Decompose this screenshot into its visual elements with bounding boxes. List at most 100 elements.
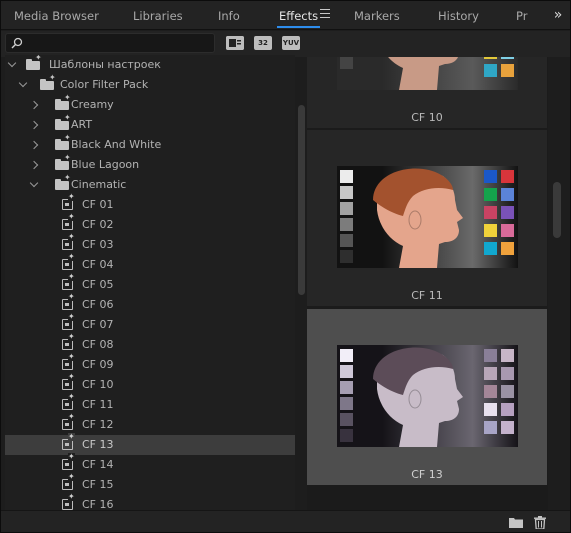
- tree-preset-row[interactable]: ✦ CF 10: [5, 373, 295, 395]
- tree-preset-row[interactable]: ✦ CF 12: [5, 413, 295, 435]
- tree-folder-row[interactable]: ✦ Шаблоны настроек: [5, 55, 295, 75]
- gray-swatch: [340, 72, 353, 85]
- tree-folder-row[interactable]: ✦ Blue Lagoon: [5, 154, 295, 175]
- tree-folder-row[interactable]: ✦ Black And White: [5, 134, 295, 155]
- tree-item-label: CF 13: [82, 438, 114, 451]
- tree-preset-row[interactable]: ✦ CF 09: [5, 353, 295, 375]
- preset-preview-card[interactable]: CF 11: [307, 130, 547, 306]
- tree-item-label: CF 16: [82, 498, 114, 510]
- double-chevron-right-icon[interactable]: »: [545, 0, 571, 29]
- preview-scrollbar-thumb[interactable]: [553, 182, 561, 238]
- color-swatch: [501, 206, 514, 219]
- preset-preview-card[interactable]: CF 10: [307, 57, 547, 128]
- gray-swatch: [340, 202, 353, 215]
- tree-scrollbar-thumb[interactable]: [298, 105, 305, 295]
- color-swatch: [484, 206, 497, 219]
- tree-preset-row[interactable]: ✦ CF 01: [5, 193, 295, 215]
- tree-item-label: CF 14: [82, 458, 114, 471]
- tree-item-label: CF 10: [82, 378, 114, 391]
- yuv-effects-icon[interactable]: YUV: [282, 36, 300, 50]
- preset-icon: ✦: [62, 473, 75, 490]
- tab-media-browser[interactable]: Media Browser: [14, 0, 99, 29]
- new-folder-icon[interactable]: [509, 516, 523, 528]
- preview-scrollbar[interactable]: [549, 57, 565, 510]
- trash-icon[interactable]: [534, 516, 546, 529]
- hamburger-menu-icon[interactable]: [320, 9, 330, 19]
- tree-preset-row[interactable]: ✦ CF 16: [5, 493, 295, 510]
- tree-item-label: CF 15: [82, 478, 114, 491]
- effects-tree: ✦ Шаблоны настроек ✦ Color Filter Pack ✦ Crea…: [5, 55, 295, 510]
- accelerated-effects-icon[interactable]: [226, 36, 244, 50]
- tree-preset-row[interactable]: ✦ CF 03: [5, 233, 295, 255]
- tab-info[interactable]: Info: [218, 0, 240, 29]
- preset-preview-card[interactable]: CF 13: [307, 309, 547, 485]
- 32-bit-color-icon[interactable]: 32: [254, 36, 272, 50]
- preset-icon: ✦: [62, 493, 75, 510]
- tree-folder-row[interactable]: ✦ Color Filter Pack: [5, 74, 295, 95]
- color-swatch: [501, 57, 514, 59]
- color-swatch: [484, 421, 497, 434]
- disclosure-open-icon[interactable]: [29, 178, 39, 188]
- preset-folder-icon: ✦: [55, 134, 71, 150]
- gray-swatch: [340, 57, 353, 69]
- gray-swatch: [340, 250, 353, 263]
- gray-swatch: [340, 186, 353, 199]
- tree-preset-row[interactable]: ✦ CF 07: [5, 313, 295, 335]
- disclosure-closed-icon[interactable]: [29, 120, 39, 130]
- gray-swatch: [340, 365, 353, 378]
- color-swatch: [484, 57, 497, 59]
- magnifier-icon: [11, 37, 23, 49]
- disclosure-closed-icon[interactable]: [29, 140, 39, 150]
- tree-item-label: CF 05: [82, 278, 114, 291]
- tree-folder-row[interactable]: ✦ ART: [5, 114, 295, 135]
- tree-item-label: Blue Lagoon: [71, 158, 140, 171]
- tab-libraries[interactable]: Libraries: [133, 0, 183, 29]
- tree-preset-row[interactable]: ✦ CF 05: [5, 273, 295, 295]
- gray-swatch: [340, 397, 353, 410]
- tree-item-label: Шаблоны настроек: [49, 58, 161, 71]
- gray-swatch: [340, 218, 353, 231]
- preset-icon: ✦: [62, 393, 75, 410]
- disclosure-closed-icon[interactable]: [29, 100, 39, 110]
- tree-item-label: CF 12: [82, 418, 114, 431]
- disclosure-open-icon[interactable]: [18, 78, 28, 88]
- color-swatch: [501, 421, 514, 434]
- preset-icon: ✦: [62, 313, 75, 330]
- tree-folder-row[interactable]: ✦ Cinematic: [5, 174, 295, 195]
- tab-markers[interactable]: Markers: [354, 0, 400, 29]
- preset-folder-icon: ✦: [55, 174, 71, 190]
- preset-icon: ✦: [62, 413, 75, 430]
- tree-preset-row[interactable]: ✦ CF 08: [5, 333, 295, 355]
- color-swatch: [484, 188, 497, 201]
- preset-preview-label: CF 10: [411, 111, 443, 124]
- preset-icon: ✦: [62, 233, 75, 250]
- color-swatch: [484, 403, 497, 416]
- preset-icon: ✦: [62, 353, 75, 370]
- tree-item-label: CF 08: [82, 338, 114, 351]
- tab-effects[interactable]: Effects: [276, 0, 321, 29]
- tree-preset-row[interactable]: ✦ CF 13: [5, 433, 295, 455]
- search-input[interactable]: [5, 33, 215, 53]
- tab-pr-truncated[interactable]: Pr: [516, 0, 527, 29]
- tree-preset-row[interactable]: ✦ CF 04: [5, 253, 295, 275]
- tree-folder-row[interactable]: ✦ Creamy: [5, 94, 295, 115]
- tree-preset-row[interactable]: ✦ CF 15: [5, 473, 295, 495]
- preset-preview-label: CF 11: [411, 289, 443, 302]
- disclosure-closed-icon[interactable]: [29, 160, 39, 170]
- preset-thumbnail: [337, 345, 518, 447]
- preset-icon: ✦: [62, 433, 75, 450]
- preset-icon: ✦: [62, 293, 75, 310]
- color-swatch: [484, 242, 497, 255]
- tree-preset-row[interactable]: ✦ CF 14: [5, 453, 295, 475]
- tree-scrollbar[interactable]: [296, 57, 306, 510]
- color-swatch: [484, 385, 497, 398]
- tree-item-label: Creamy: [71, 98, 114, 111]
- tree-preset-row[interactable]: ✦ CF 02: [5, 213, 295, 235]
- disclosure-open-icon[interactable]: [7, 58, 17, 68]
- tree-preset-row[interactable]: ✦ CF 06: [5, 293, 295, 315]
- tree-preset-row[interactable]: ✦ CF 11: [5, 393, 295, 415]
- preset-thumbnail: [337, 166, 518, 268]
- tab-history[interactable]: History: [438, 0, 479, 29]
- tree-item-label: ART: [71, 118, 93, 131]
- portrait-image: [388, 57, 459, 90]
